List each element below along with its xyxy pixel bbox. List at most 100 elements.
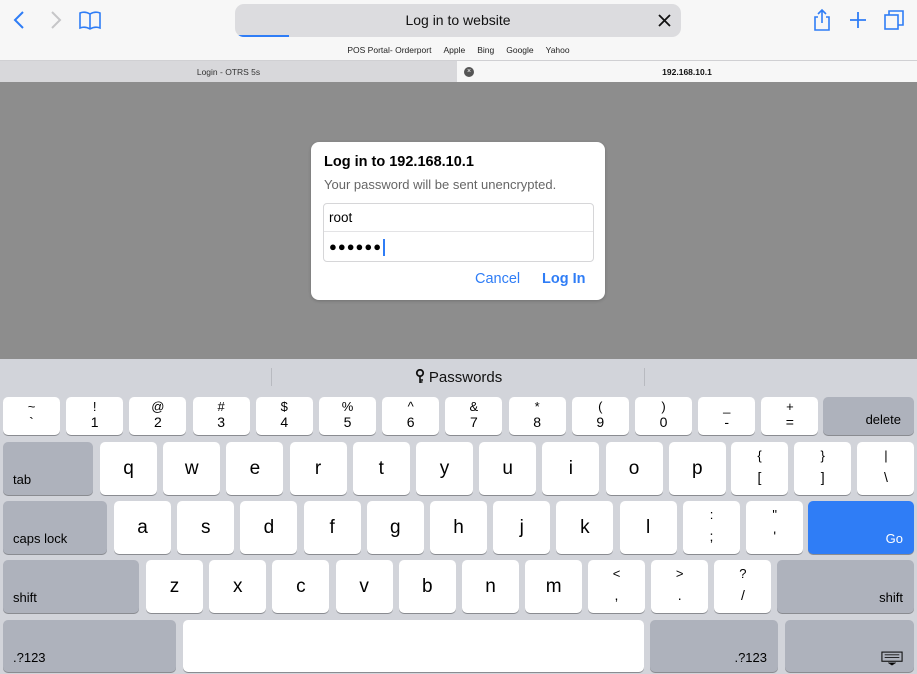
key-backslash[interactable]: | \: [857, 442, 915, 495]
favorite-link[interactable]: POS Portal- Orderport: [347, 42, 431, 60]
key-3[interactable]: #3: [192, 397, 250, 435]
password-field[interactable]: ●●●●●●: [324, 233, 593, 261]
favorites-bar: POS Portal- Orderport Apple Bing Google …: [0, 42, 917, 60]
key-quote[interactable]: " ': [746, 501, 804, 554]
key-shift-char: :: [709, 507, 714, 522]
tabs-overview-icon[interactable]: [882, 8, 906, 32]
tab-active[interactable]: × 192.168.10.1: [457, 61, 917, 83]
key-b[interactable]: b: [398, 560, 456, 613]
key-z[interactable]: z: [146, 560, 203, 613]
key-period[interactable]: >.: [651, 560, 709, 613]
key-char: u: [502, 458, 513, 479]
key-h[interactable]: h: [430, 501, 487, 554]
share-icon[interactable]: [810, 8, 834, 32]
key-shift-char: _: [723, 399, 731, 414]
key-2[interactable]: @2: [129, 397, 187, 435]
key-w[interactable]: w: [163, 442, 221, 495]
delete-key[interactable]: delete: [823, 397, 914, 435]
close-tab-icon[interactable]: ×: [464, 67, 474, 77]
address-bar[interactable]: Log in to website: [235, 4, 681, 37]
key-y[interactable]: y: [416, 442, 473, 495]
key-e[interactable]: e: [226, 442, 284, 495]
hide-keyboard-key[interactable]: [785, 620, 914, 672]
favorite-link[interactable]: Bing: [477, 42, 494, 60]
key-5[interactable]: % 5: [319, 397, 376, 435]
key-1[interactable]: ! 1: [66, 397, 124, 435]
key-c[interactable]: c: [272, 560, 330, 613]
new-tab-icon[interactable]: [846, 8, 870, 32]
key-6[interactable]: ^ 6: [382, 397, 440, 435]
key-g[interactable]: g: [366, 501, 424, 554]
key-i[interactable]: i: [542, 442, 600, 495]
key-=[interactable]: + =: [761, 397, 819, 435]
key-label: delete: [865, 412, 901, 427]
key-shift-char: }: [820, 448, 825, 463]
key-comma[interactable]: <,: [588, 560, 645, 613]
key-char: 3: [217, 414, 225, 430]
key-semicolon[interactable]: :;: [683, 501, 740, 554]
key-][interactable]: }]: [794, 442, 852, 495]
key-s[interactable]: s: [177, 501, 235, 554]
key-m[interactable]: m: [525, 560, 583, 613]
key-char: b: [422, 576, 433, 597]
key-j[interactable]: j: [493, 501, 551, 554]
cancel-button[interactable]: Cancel: [475, 271, 520, 287]
key-d[interactable]: d: [240, 501, 298, 554]
key-q[interactable]: q: [100, 442, 157, 495]
caps-lock-key[interactable]: caps lock: [3, 501, 107, 554]
bookmarks-icon[interactable]: [78, 8, 102, 32]
key-char: 1: [90, 414, 99, 430]
key-char: q: [123, 458, 134, 479]
key-t[interactable]: t: [352, 442, 410, 495]
back-icon[interactable]: [8, 8, 32, 32]
key-8[interactable]: * 8: [508, 397, 566, 435]
username-field[interactable]: root: [324, 204, 593, 232]
key-9[interactable]: (9: [571, 397, 629, 435]
numbers-right-key[interactable]: .?123: [650, 620, 778, 672]
key-l[interactable]: l: [619, 501, 677, 554]
key-char: 6: [406, 414, 415, 430]
key-p[interactable]: p: [668, 442, 726, 495]
key-slash[interactable]: ? /: [714, 560, 772, 613]
tab-key[interactable]: tab: [3, 442, 93, 495]
key-char: f: [329, 517, 335, 538]
numbers-left-key[interactable]: .?123: [3, 620, 176, 672]
key-v[interactable]: v: [335, 560, 393, 613]
credential-fields: root ●●●●●●: [323, 203, 594, 262]
key-shift-char: ?: [739, 566, 747, 581]
favorite-link[interactable]: Google: [506, 42, 533, 60]
space-bar[interactable]: [183, 620, 644, 672]
key-shift-char: <: [612, 566, 621, 581]
key-`[interactable]: ~ `: [3, 397, 60, 435]
key-4[interactable]: $4: [255, 397, 313, 435]
key-char: n: [485, 576, 496, 597]
key-u[interactable]: u: [479, 442, 537, 495]
forward-icon[interactable]: [43, 8, 67, 32]
shift-right-key[interactable]: shift: [777, 560, 914, 613]
key-n[interactable]: n: [462, 560, 519, 613]
key-o[interactable]: o: [605, 442, 663, 495]
key-label: tab: [13, 472, 32, 487]
favorite-link[interactable]: Yahoo: [546, 42, 570, 60]
key--[interactable]: _ -: [698, 397, 756, 435]
key-[[interactable]: {[: [731, 442, 788, 495]
key-a[interactable]: a: [114, 501, 171, 554]
favorite-link[interactable]: Apple: [443, 42, 465, 60]
key-k[interactable]: k: [556, 501, 614, 554]
key-shift-char: ": [772, 507, 777, 522]
key-char: 9: [596, 414, 605, 430]
go-key[interactable]: Go: [808, 501, 914, 554]
key-0[interactable]: ) 0: [635, 397, 692, 435]
key-char: [: [757, 469, 762, 485]
stop-loading-icon[interactable]: [654, 10, 675, 31]
key-f[interactable]: f: [303, 501, 361, 554]
key-shift-char: +: [786, 399, 794, 414]
key-shift-char: $: [280, 399, 288, 414]
log-in-button[interactable]: Log In: [542, 271, 586, 287]
key-x[interactable]: x: [209, 560, 267, 613]
key-r[interactable]: r: [289, 442, 347, 495]
key-char: ,: [614, 587, 619, 603]
shift-left-key[interactable]: shift: [3, 560, 139, 613]
key-7[interactable]: & 7: [445, 397, 503, 435]
tab-otrs-login[interactable]: Login - OTRS 5s: [0, 61, 457, 83]
